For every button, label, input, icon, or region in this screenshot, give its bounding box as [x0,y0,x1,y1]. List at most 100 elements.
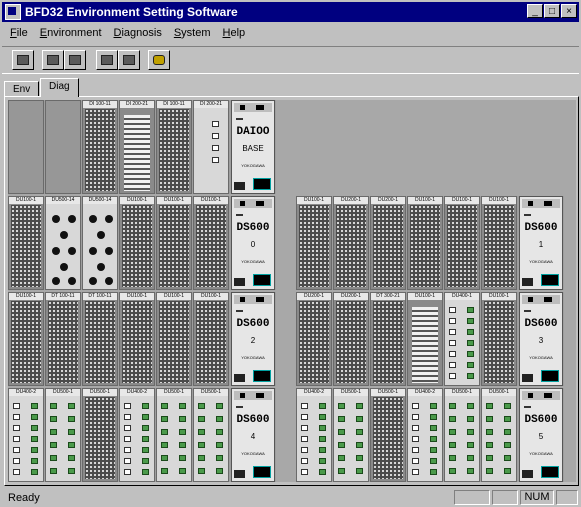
io-module-slot[interactable]: DU400-1 [444,292,480,386]
maximize-button[interactable]: □ [544,4,560,18]
io-module-slot[interactable]: DU400-2 [8,388,44,482]
rack-add-icon[interactable] [42,50,64,70]
io-module-slot[interactable]: DT 100-11 [82,292,118,386]
io-module-slot[interactable]: DU100-1 [8,196,44,290]
io-module-slot[interactable]: DT 100-11 [45,292,81,386]
minimize-button[interactable]: _ [527,4,543,18]
io-module-slot[interactable]: DU200-1 [333,292,369,386]
io-module-slot[interactable]: DU100-1 [156,196,192,290]
io-module-slot[interactable]: DI 100-11 [82,100,118,194]
io-module-slot[interactable]: DU500-1 [193,388,229,482]
status-led-icon [216,468,223,474]
io-module-slot[interactable]: DU100-1 [407,196,443,290]
module-label: DU100-1 [194,293,228,300]
io-module-slot[interactable]: DU200-1 [370,196,406,290]
ethernet-port-icon[interactable] [253,370,271,382]
status-led-icon [319,403,326,409]
unit-icon[interactable] [96,50,118,70]
ethernet-port-icon[interactable] [541,466,559,478]
io-module-slot[interactable]: DU400-2 [407,388,443,482]
terminal-block [447,205,477,287]
terminal-block [373,301,403,383]
io-module-slot[interactable]: DI 100-11 [156,100,192,194]
status-led-icon [142,425,149,431]
power-icon [528,297,533,302]
menu-diagnosis[interactable]: Diagnosis [108,25,168,43]
io-module-slot[interactable]: DU100-1 [444,196,480,290]
io-module-slot[interactable]: DU500-1 [481,388,517,482]
module-label: DI 100-11 [83,101,117,108]
io-module-slot[interactable] [8,100,44,194]
io-module-slot[interactable]: DU500-1 [444,388,480,482]
tab-env[interactable]: Env [4,81,40,97]
io-module-slot[interactable]: DU200-1 [333,196,369,290]
ethernet-port-icon[interactable] [541,274,559,286]
io-module-slot[interactable] [45,100,81,194]
io-module-slot[interactable]: DU500-14 [82,196,118,290]
status-led-icon [356,403,363,409]
connector-dot-icon [68,277,76,285]
io-module-slot[interactable]: DU200-1 [296,292,332,386]
status-led-icon [430,447,437,453]
ethernet-port-icon[interactable] [253,466,271,478]
io-module-slot[interactable]: DU100-1 [481,196,517,290]
io-module-slot[interactable]: DI 200-21 [119,100,155,194]
connector-dot-icon [68,215,76,223]
controller-module[interactable]: DS600 2 YOKOGAWA [231,292,275,386]
controller-module[interactable]: DS600 1 YOKOGAWA [519,196,563,290]
ethernet-port-icon[interactable] [253,178,271,190]
rack-icon[interactable] [12,50,34,70]
status-led-icon [68,442,75,448]
menu-environment[interactable]: Environment [34,25,108,43]
io-module-slot[interactable]: DU400-2 [296,388,332,482]
tab-diag[interactable]: Diag [40,78,79,97]
menu-file[interactable]: File [4,25,34,43]
controller-module[interactable]: DS600 0 YOKOGAWA [231,196,275,290]
io-module-slot[interactable]: DT 300-21 [370,292,406,386]
io-module-slot[interactable]: DU100-1 [8,292,44,386]
io-module-slot[interactable]: DU100-1 [296,196,332,290]
io-module-slot[interactable]: DU500-1 [370,388,406,482]
controller-module[interactable]: DAIOO BASE YOKOGAWA [231,100,275,194]
ethernet-port-icon[interactable] [253,274,271,286]
io-module-slot[interactable]: DI 200-21 [193,100,229,194]
terminal-icon [412,447,419,453]
io-module-slot[interactable]: DU500-1 [333,388,369,482]
io-module-slot[interactable]: DU400-2 [119,388,155,482]
connector-icon [234,278,245,286]
io-module-slot[interactable]: DU100-1 [119,196,155,290]
module-icon[interactable] [118,50,140,70]
status-led-icon [449,416,456,422]
help-query-icon[interactable] [148,50,170,70]
status-led-icon [179,468,186,474]
close-button[interactable]: × [561,4,577,18]
status-led-icon [198,468,205,474]
controller-module[interactable]: DS600 5 YOKOGAWA [519,388,563,482]
controller-brand: YOKOGAWA [529,355,553,360]
ethernet-port-icon[interactable] [541,370,559,382]
io-module-slot[interactable]: DU100-1 [193,196,229,290]
io-module-slot[interactable]: DU500-1 [156,388,192,482]
connector-icon [522,470,533,478]
app-icon[interactable] [5,4,21,20]
menu-system[interactable]: System [168,25,217,43]
controller-module[interactable]: DS600 4 YOKOGAWA [231,388,275,482]
status-led-icon [504,403,511,409]
menu-help[interactable]: Help [217,25,252,43]
connector-dot-icon [60,231,68,239]
io-module-slot[interactable]: DU500-14 [45,196,81,290]
module-label: DU400-2 [297,389,331,396]
io-module-slot[interactable]: DU100-1 [407,292,443,386]
io-module-slot[interactable]: DU100-1 [156,292,192,386]
status-led-icon [179,416,186,422]
controller-module[interactable]: DS600 3 YOKOGAWA [519,292,563,386]
controller-header [522,391,560,400]
io-module-slot[interactable]: DU100-1 [119,292,155,386]
io-module-slot[interactable]: DU100-1 [193,292,229,386]
io-module-slot[interactable]: DU500-1 [82,388,118,482]
module-label: DU500-14 [46,197,80,204]
io-module-slot[interactable]: DU500-1 [45,388,81,482]
rack-remove-icon[interactable] [64,50,86,70]
status-led-icon [142,436,149,442]
io-module-slot[interactable]: DU100-1 [481,292,517,386]
